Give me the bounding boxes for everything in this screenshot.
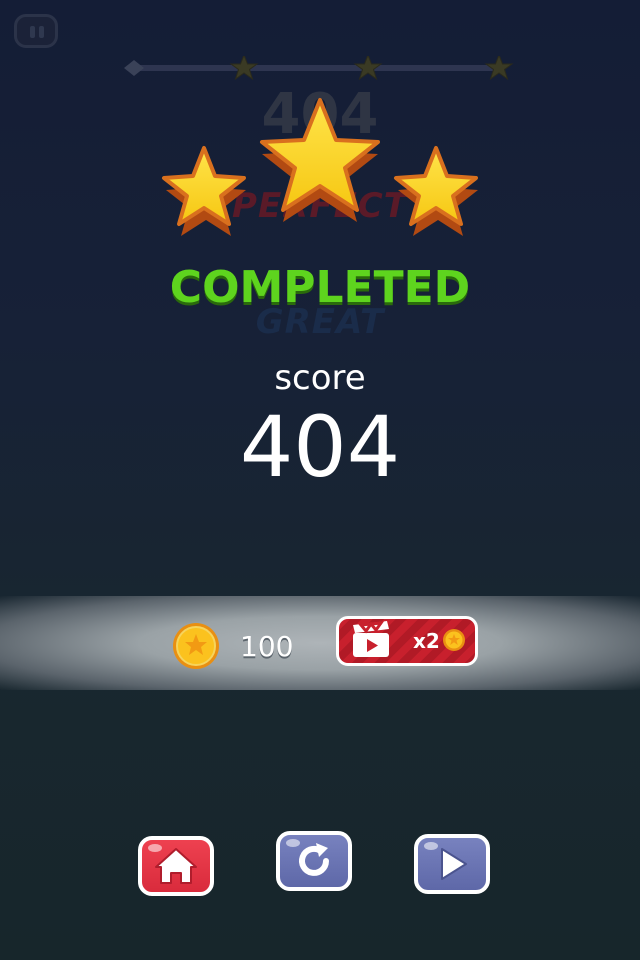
reward-band — [0, 596, 640, 690]
star-left-icon — [162, 146, 246, 236]
coin-amount: 100 — [240, 630, 294, 663]
coin-small-icon — [443, 629, 465, 651]
play-icon — [441, 848, 467, 880]
home-icon — [155, 848, 197, 884]
pause-icon — [30, 26, 35, 38]
pause-button[interactable] — [14, 14, 58, 48]
score-label: score — [274, 358, 366, 398]
next-button[interactable] — [414, 834, 490, 894]
earned-stars — [160, 96, 480, 236]
retry-icon — [299, 843, 329, 876]
star-progress-bar — [124, 56, 514, 80]
completed-title: COMPLETED — [169, 262, 471, 313]
score-value: 404 — [239, 398, 401, 496]
video-clapper-icon — [353, 621, 389, 657]
home-button[interactable] — [138, 836, 214, 896]
star-center-icon — [260, 98, 380, 222]
reward-multiplier: x2 — [413, 629, 440, 653]
star-right-icon — [394, 146, 478, 236]
coin-icon — [172, 622, 220, 670]
retry-button[interactable] — [276, 831, 352, 891]
watch-video-double-button[interactable]: x2 — [336, 616, 478, 666]
